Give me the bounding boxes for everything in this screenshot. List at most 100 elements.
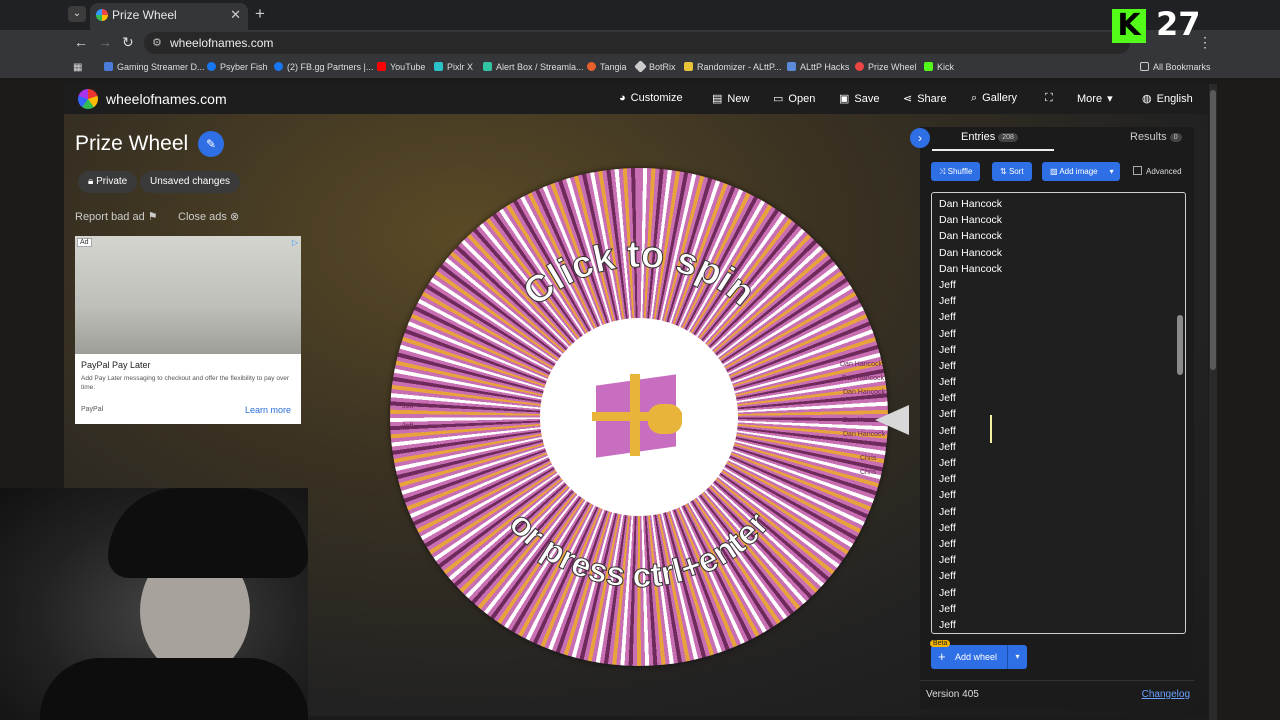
entries-textarea[interactable]: Dan Hancock Dan Hancock Dan Hancock Dan …: [931, 192, 1186, 634]
close-circle-icon: ⊗: [229, 211, 240, 223]
back-icon[interactable]: ←: [74, 34, 88, 50]
bookmark-item[interactable]: Alert Box / Streamla...: [483, 62, 584, 72]
bookmark-item[interactable]: Pixlr X: [434, 62, 473, 72]
entry-line: Dan Hancock: [939, 246, 1003, 259]
entry-line: Dan Hancock: [939, 230, 1003, 243]
bookmark-item[interactable]: ALttP Hacks: [787, 62, 849, 72]
webcam-shirt: [40, 658, 308, 720]
entry-line: Jeff: [939, 521, 956, 534]
facebook-icon: [207, 62, 216, 71]
entry-line: Jeff: [939, 457, 956, 469]
customize-button[interactable]: ◕ Customize: [619, 92, 683, 104]
entries-scrollbar[interactable]: [1177, 195, 1183, 631]
browser-tab-bar: ⌄ Prize Wheel ✕ +: [0, 0, 1280, 30]
tab-results[interactable]: Results 0: [1130, 131, 1182, 143]
bookmark-item[interactable]: YouTube: [377, 62, 425, 72]
page-scrollbar-thumb[interactable]: [1210, 90, 1216, 370]
shuffle-button[interactable]: ⤨ Shuffle: [931, 162, 981, 181]
stream-overlay: K 27: [1108, 5, 1204, 45]
address-bar[interactable]: ⚙ wheelofnames.com: [144, 32, 1130, 54]
entry-line: Jeff: [939, 392, 956, 405]
entry-line: Dan Hancock: [939, 262, 1003, 275]
new-tab-button[interactable]: +: [255, 4, 265, 24]
reload-icon[interactable]: ↻: [122, 34, 134, 51]
language-button[interactable]: ◍ English: [1142, 92, 1193, 105]
save-button[interactable]: ▣ Save: [839, 92, 879, 105]
slice-label: Dan Hancock: [842, 375, 885, 382]
slice-label: Chris: [860, 469, 877, 476]
folder-icon: [1140, 62, 1149, 71]
tab-search-button[interactable]: ⌄: [68, 6, 86, 22]
press-ctrl-enter-text: or press ctrl+enter: [501, 504, 777, 595]
bookmark-item[interactable]: Kick: [924, 62, 954, 72]
ad-choices-icon[interactable]: ▷: [292, 238, 298, 247]
sort-icon: ⇅: [1000, 167, 1007, 176]
entry-line: Jeff: [939, 473, 956, 486]
new-button[interactable]: ▤ New: [712, 92, 749, 105]
close-tab-icon[interactable]: ✕: [230, 3, 241, 27]
entry-line: Jeff: [939, 311, 956, 324]
bookmark-item[interactable]: Psyber Fish: [207, 62, 268, 72]
checkbox-icon: [1133, 166, 1142, 175]
entry-line: Jeff: [939, 586, 956, 599]
gallery-button[interactable]: ⌕ Gallery: [971, 92, 1017, 105]
site-info-icon[interactable]: ⚙: [152, 32, 162, 54]
advanced-checkbox[interactable]: Advanced: [1133, 166, 1182, 176]
add-image-button[interactable]: ▨ Add image ▾: [1042, 162, 1120, 181]
report-ad-link[interactable]: Report bad ad ⚑: [75, 210, 158, 223]
bookmark-item[interactable]: Prize Wheel: [855, 62, 917, 72]
svg-text:or press ctrl+enter: or press ctrl+enter: [502, 505, 777, 595]
file-icon: ▤: [712, 93, 723, 105]
browser-toolbar: ← → ↻ ⚙ wheelofnames.com ⋮: [0, 30, 1280, 57]
entry-line: Dan Hancock: [939, 198, 1003, 210]
advertisement[interactable]: Ad ▷ PayPal Pay Later Add Pay Later mess…: [75, 236, 301, 424]
pixlr-icon: [434, 62, 443, 71]
wheel-favicon-icon: [96, 9, 108, 21]
entry-line: Jeff: [939, 489, 956, 502]
wheel-center[interactable]: [540, 318, 738, 516]
caret-down-icon: ▾: [1107, 93, 1113, 105]
tab-entries[interactable]: Entries 208: [961, 131, 1018, 143]
collapse-panel-button[interactable]: ›: [910, 128, 930, 148]
private-chip[interactable]: 🔒︎ Private: [78, 171, 138, 193]
add-wheel-dropdown-icon[interactable]: ▾: [1007, 645, 1027, 669]
sort-button[interactable]: ⇅ Sort: [992, 162, 1032, 181]
fullscreen-icon[interactable]: ⛶: [1045, 92, 1058, 105]
scrollbar-thumb[interactable]: [1177, 315, 1183, 375]
bookmark-item[interactable]: Randomizer - ALttP...: [684, 62, 781, 72]
bookmark-item[interactable]: Tangia: [587, 62, 627, 72]
site-name[interactable]: wheelofnames.com: [106, 91, 227, 107]
bookmark-item[interactable]: Gaming Streamer D...: [104, 62, 205, 72]
caret-down-icon: ▾: [1109, 167, 1114, 176]
slice-label: Chris: [860, 455, 877, 462]
bookmark-item[interactable]: (2) FB.gg Partners |...: [274, 62, 373, 72]
apps-grid-icon[interactable]: ▦: [73, 62, 82, 73]
close-ads-link[interactable]: Close ads ⊗: [178, 210, 239, 223]
bookmark-item[interactable]: BotRix: [634, 60, 676, 73]
unsaved-changes-chip[interactable]: Unsaved changes: [140, 171, 241, 193]
folder-icon: ▭: [773, 93, 784, 105]
search-icon: ⌕: [971, 92, 978, 104]
ad-learn-more[interactable]: Learn more: [245, 405, 291, 415]
share-button[interactable]: ⋖ Share: [903, 92, 947, 105]
entry-line: Jeff: [939, 278, 956, 291]
browser-tab[interactable]: Prize Wheel ✕: [90, 3, 248, 30]
entry-line: Jeff: [939, 505, 956, 518]
entry-line: Jeff: [939, 618, 956, 631]
entries-panel: Entries 208 Results 0 ⤨ Shuffle ⇅ Sort ▨ A…: [920, 127, 1194, 709]
add-wheel-button[interactable]: + Add wheel ▾: [931, 645, 1027, 669]
open-button[interactable]: ▭ Open: [773, 92, 815, 105]
svg-text:Click to spin: Click to spin: [516, 234, 763, 315]
site-logo-icon[interactable]: [78, 89, 98, 109]
randomizer-icon: [684, 62, 693, 71]
slice-label: Jeff: [402, 423, 413, 430]
edit-title-button[interactable]: ✎: [198, 131, 224, 157]
ad-heading: PayPal Pay Later: [81, 360, 151, 370]
page-scrollbar[interactable]: [1209, 84, 1217, 720]
more-button[interactable]: More ▾: [1077, 92, 1113, 105]
all-bookmarks[interactable]: All Bookmarks: [1140, 62, 1211, 72]
prize-wheel[interactable]: Click to spin or press ctrl+enter Dan Ha…: [390, 168, 888, 666]
changelog-link[interactable]: Changelog: [1142, 689, 1190, 700]
entry-line: Jeff: [939, 376, 956, 389]
forward-icon[interactable]: →: [98, 34, 112, 50]
